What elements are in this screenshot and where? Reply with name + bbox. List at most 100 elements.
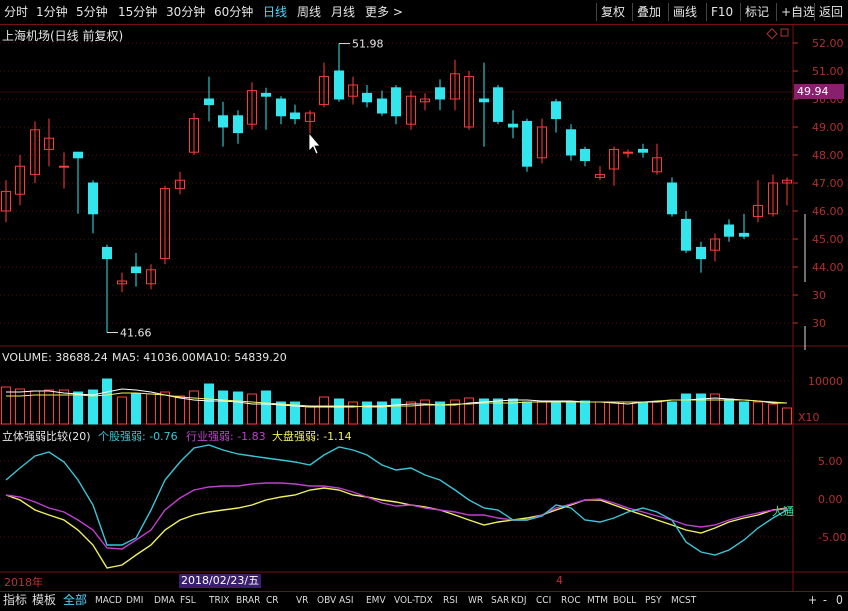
volume-bar xyxy=(15,388,25,425)
volume-bar xyxy=(768,403,778,425)
candle-body xyxy=(391,87,401,117)
market-strength-line xyxy=(5,487,788,569)
indicator-tab-cr[interactable]: CR xyxy=(266,593,279,608)
tab-templates[interactable]: 模板 xyxy=(32,593,56,608)
period-tab-7[interactable]: 周线 xyxy=(297,4,321,20)
indicator-tab-brar[interactable]: BRAR xyxy=(236,593,260,608)
indicator-tab-rsi[interactable]: RSI xyxy=(443,593,458,608)
price-tick-label: 52.00 xyxy=(812,37,844,50)
candle-body xyxy=(739,232,749,237)
indicator-tab-boll[interactable]: BOLL xyxy=(613,593,636,608)
volume-bar xyxy=(117,396,127,425)
indicator-tick-label: 5.00 xyxy=(818,455,843,468)
period-tab-9[interactable]: 更多 > xyxy=(365,4,403,20)
diamond-icon xyxy=(766,28,778,40)
volume-bars xyxy=(1,378,792,425)
volume-ma5: MA5: 41036.00 xyxy=(112,351,196,364)
industry-strength-label: 行业强弱: -1.83 xyxy=(186,430,266,443)
volume-bar xyxy=(623,401,633,425)
volume-bar xyxy=(609,401,619,425)
mouse-cursor-icon xyxy=(308,131,321,155)
indicator-tab-mcst[interactable]: MCST xyxy=(671,593,696,608)
volume-bar xyxy=(305,406,315,425)
indicator-tab-fsl[interactable]: FSL xyxy=(180,593,196,608)
volume-bar xyxy=(131,393,141,425)
indicator-tab-dma[interactable]: DMA xyxy=(154,593,175,608)
toolbar-button-1[interactable]: 叠加 xyxy=(632,3,665,21)
low-annotation: 41.66 xyxy=(120,327,152,340)
indicator-tab-macd[interactable]: MACD xyxy=(95,593,122,608)
volume-bar xyxy=(348,401,358,425)
candle-body xyxy=(566,129,576,156)
tab-bar-control-1[interactable]: - xyxy=(823,593,827,608)
period-tab-3[interactable]: 15分钟 xyxy=(118,4,157,20)
tab-all[interactable]: 全部 xyxy=(63,593,87,608)
period-tab-8[interactable]: 月线 xyxy=(331,4,355,20)
indicator-tab-kdj[interactable]: KDJ xyxy=(511,593,526,608)
indicator-tab-cci[interactable]: CCI xyxy=(536,593,551,608)
tab-bar-control-2[interactable]: 0 xyxy=(836,593,843,608)
price-tick-label: 30 xyxy=(812,317,826,330)
candle-body xyxy=(131,266,141,274)
volume-bar xyxy=(580,400,590,425)
candle-body xyxy=(551,101,561,120)
candle-body xyxy=(580,148,590,162)
indicator-tab-trix[interactable]: TRIX xyxy=(209,593,230,608)
volume-bar xyxy=(30,390,40,425)
candle-body xyxy=(218,115,228,128)
candle-body xyxy=(435,87,445,100)
indicator-tab-vol-tdx[interactable]: VOL-TDX xyxy=(394,593,433,608)
toolbar-button-2[interactable]: 画线 xyxy=(668,3,701,21)
indicator-tab-wr[interactable]: WR xyxy=(468,593,483,608)
indicator-tab-obv[interactable]: OBV xyxy=(317,593,336,608)
indicator-tab-roc[interactable]: ROC xyxy=(561,593,581,608)
volume-bar xyxy=(681,393,691,425)
candle-body xyxy=(233,115,243,134)
candle-body xyxy=(73,151,83,159)
volume-label: VOLUME: 38688.24 xyxy=(2,351,108,364)
indicator-tab-sar[interactable]: SAR xyxy=(491,593,509,608)
indicator-tab-dmi[interactable]: DMI xyxy=(126,593,143,608)
volume-bar xyxy=(261,390,271,425)
indicator-tab-vr[interactable]: VR xyxy=(296,593,308,608)
candles xyxy=(1,43,792,333)
volume-ma10: MA10: 54839.20 xyxy=(196,351,287,364)
high-annotation: 51.98 xyxy=(352,38,384,51)
toolbar-button-6[interactable]: 返回 xyxy=(814,3,847,21)
indicator-tick-label: -5.00 xyxy=(818,531,846,544)
indicator-tab-psy[interactable]: PSY xyxy=(645,593,662,608)
toolbar-button-3[interactable]: F10 xyxy=(706,3,737,21)
indicator-tab-asi[interactable]: ASI xyxy=(339,593,354,608)
tab-bar-control-0[interactable]: + xyxy=(808,593,817,608)
period-tab-4[interactable]: 30分钟 xyxy=(166,4,205,20)
period-tab-2[interactable]: 5分钟 xyxy=(76,4,108,20)
candle-body xyxy=(696,246,706,260)
volume-bar xyxy=(218,390,228,425)
volume-bar xyxy=(551,401,561,425)
volume-bar xyxy=(247,393,257,425)
candle-body xyxy=(290,112,300,120)
price-tick-label: 46.00 xyxy=(812,205,844,218)
volume-axis-label: 10000 xyxy=(808,375,843,388)
indicator-tab-emv[interactable]: EMV xyxy=(366,593,386,608)
volume-bar xyxy=(652,401,662,425)
period-tab-0[interactable]: 分时 xyxy=(4,4,28,20)
price-tick-label: 44.00 xyxy=(812,261,844,274)
period-tab-6[interactable]: 日线 xyxy=(263,4,287,20)
volume-bar xyxy=(724,398,734,425)
toolbar-button-0[interactable]: 复权 xyxy=(596,3,629,21)
kline-chart[interactable]: 52.0051.0050.0049.0048.0047.0046.0045.00… xyxy=(0,25,848,591)
volume-bar xyxy=(160,391,170,425)
price-tick-label: 30 xyxy=(812,289,826,302)
indicator-tab-mtm[interactable]: MTM xyxy=(587,593,608,608)
volume-bar xyxy=(391,398,401,425)
period-tab-1[interactable]: 1分钟 xyxy=(36,4,68,20)
period-tab-5[interactable]: 60分钟 xyxy=(214,4,253,20)
toolbar-button-4[interactable]: 标记 xyxy=(740,3,773,21)
tab-indicators[interactable]: 指标 xyxy=(3,593,27,608)
volume-bar xyxy=(595,401,605,425)
toolbar-button-5[interactable]: +自选 xyxy=(776,3,819,21)
volume-bar xyxy=(522,401,532,425)
volume-bar xyxy=(1,386,11,425)
price-tick-label: 47.00 xyxy=(812,177,844,190)
